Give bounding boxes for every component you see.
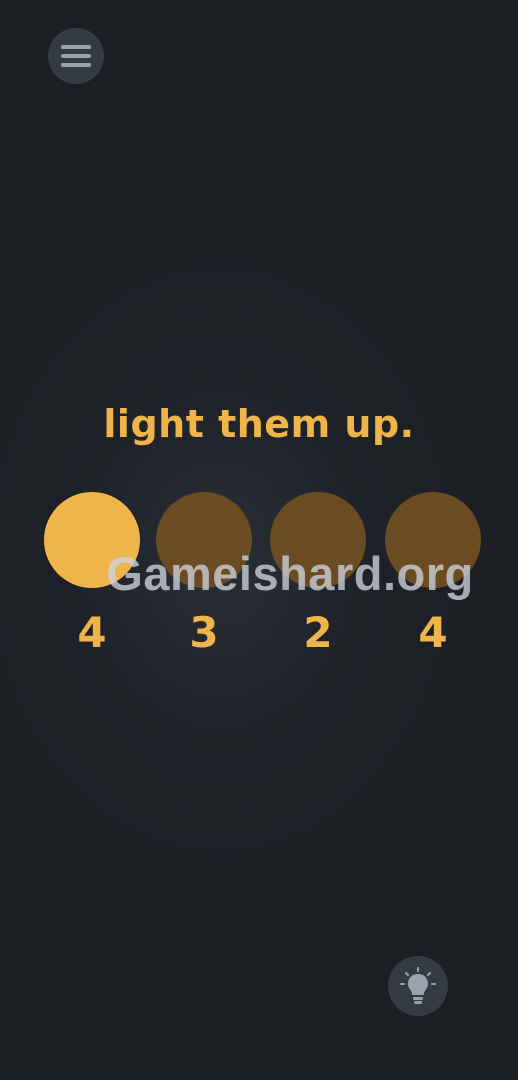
- menu-button[interactable]: [48, 28, 104, 84]
- puzzle-title: light them up.: [103, 402, 415, 446]
- light-1-count: 4: [77, 608, 107, 657]
- light-1[interactable]: [44, 492, 140, 588]
- hint-button[interactable]: [388, 956, 448, 1016]
- light-2-count: 3: [189, 608, 219, 657]
- light-2[interactable]: [156, 492, 252, 588]
- light-4-count: 4: [418, 608, 448, 657]
- lightbulb-icon: [400, 967, 436, 1004]
- light-3-count: 2: [303, 608, 333, 657]
- hamburger-menu-icon: [61, 45, 91, 67]
- light-4[interactable]: [385, 492, 481, 588]
- light-3[interactable]: [270, 492, 366, 588]
